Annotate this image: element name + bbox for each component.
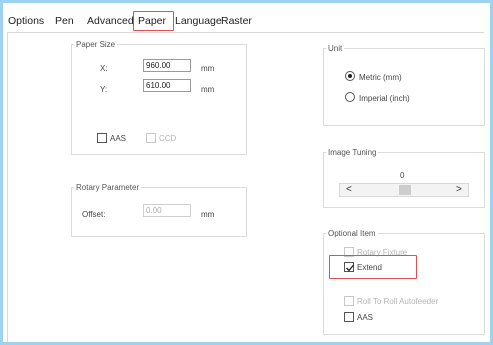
settings-window: Options Pen Advanced Paper Language Rast…: [3, 3, 490, 342]
tab-advanced[interactable]: Advanced: [87, 15, 134, 27]
tab-options[interactable]: Options: [8, 15, 44, 27]
unit-group: Unit: [323, 44, 485, 126]
metric-radio[interactable]: [345, 71, 355, 81]
tuning-value: 0: [400, 171, 405, 180]
offset-unit-label: mm: [201, 210, 215, 219]
tab-language[interactable]: Language: [175, 15, 222, 27]
paper-size-legend: Paper Size: [76, 40, 116, 49]
tuning-slider[interactable]: < >: [339, 183, 469, 197]
x-label: X:: [100, 64, 108, 73]
paper-x-input[interactable]: 960.00: [143, 59, 191, 72]
ccd-label: CCD: [159, 134, 177, 143]
aas-checkbox[interactable]: [97, 133, 107, 143]
metric-label: Metric (mm): [359, 73, 402, 82]
x-unit-label: mm: [201, 64, 215, 73]
aas-label: AAS: [110, 134, 127, 143]
tab-pen[interactable]: Pen: [55, 15, 74, 27]
optional-aas-label: AAS: [357, 313, 374, 322]
roll-to-roll-checkbox[interactable]: [344, 296, 354, 306]
tab-paper[interactable]: Paper: [138, 15, 166, 27]
roll-to-roll-label: Roll To Roll Autofeeder: [357, 297, 439, 306]
y-unit-label: mm: [201, 85, 215, 94]
checkmark-icon: [346, 264, 355, 272]
optional-aas-checkbox[interactable]: [344, 312, 354, 322]
slider-left-arrow[interactable]: <: [346, 184, 352, 196]
offset-label: Offset:: [82, 210, 106, 219]
y-label: Y:: [100, 85, 108, 94]
slider-thumb[interactable]: [399, 185, 411, 195]
optional-item-legend: Optional Item: [328, 229, 376, 238]
ccd-checkbox[interactable]: [146, 133, 156, 143]
offset-input[interactable]: 0.00: [143, 204, 191, 217]
imperial-label: Imperial (inch): [359, 94, 410, 103]
unit-legend: Unit: [328, 44, 343, 53]
paper-y-input[interactable]: 610.00: [143, 79, 191, 92]
extend-label: Extend: [357, 263, 382, 272]
rotary-legend: Rotary Parameter: [76, 183, 140, 192]
extend-checkbox[interactable]: [344, 262, 355, 272]
tab-bar: Options Pen Advanced Paper Language Rast…: [3, 3, 490, 31]
tab-raster[interactable]: Raster: [221, 15, 252, 27]
imperial-radio[interactable]: [345, 92, 355, 102]
image-tuning-legend: Image Tuning: [328, 148, 377, 157]
radio-selected-dot: [348, 74, 352, 78]
slider-right-arrow[interactable]: >: [456, 184, 462, 196]
